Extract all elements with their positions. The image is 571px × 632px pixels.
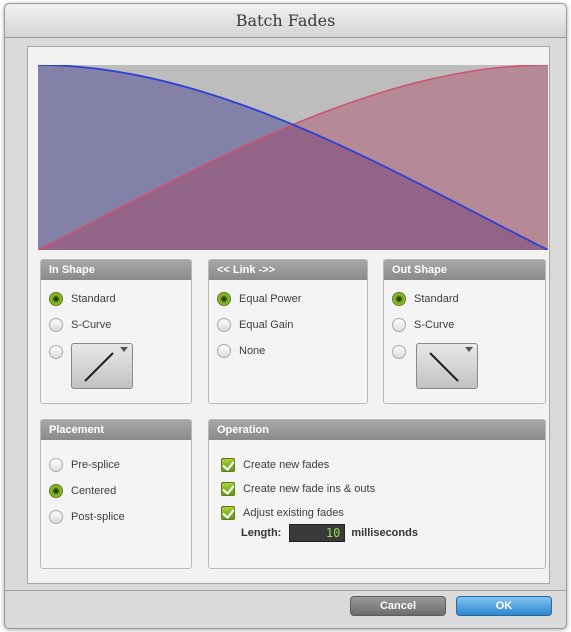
rising-line-icon — [84, 352, 114, 382]
link-equal-power-radio[interactable] — [217, 292, 231, 306]
link-header: << Link ->> — [209, 260, 367, 280]
in-shape-custom-option[interactable] — [49, 343, 71, 361]
out-shape-curve-selector[interactable] — [416, 343, 478, 389]
operation-header: Operation — [209, 420, 545, 440]
placement-pre-splice-label: Pre-splice — [71, 459, 120, 471]
link-none-option[interactable]: None — [217, 342, 265, 360]
operation-group: Operation Create new fades Create new fa… — [208, 419, 546, 569]
placement-centered-label: Centered — [71, 485, 117, 497]
link-group: << Link ->> Equal Power Equal Gain None — [208, 259, 368, 404]
title-bar[interactable]: Batch Fades — [5, 4, 566, 38]
in-shape-header: In Shape — [41, 260, 191, 280]
dialog-content: In Shape Standard S-Curve << Link ->> Eq… — [27, 46, 550, 584]
create-fade-ins-outs-option[interactable]: Create new fade ins & outs — [221, 480, 375, 498]
adjust-existing-fades-label: Adjust existing fades — [243, 507, 344, 519]
length-row: Length: 10 milliseconds — [241, 524, 418, 542]
out-shape-s-curve-label: S-Curve — [414, 319, 455, 331]
out-shape-s-curve-radio[interactable] — [392, 318, 406, 332]
create-fade-ins-outs-checkbox[interactable] — [221, 482, 235, 496]
out-shape-custom-radio[interactable] — [392, 345, 406, 359]
placement-pre-splice-option[interactable]: Pre-splice — [49, 456, 120, 474]
placement-centered-option[interactable]: Centered — [49, 482, 116, 500]
link-equal-gain-radio[interactable] — [217, 318, 231, 332]
placement-post-splice-radio[interactable] — [49, 510, 63, 524]
placement-header: Placement — [41, 420, 191, 440]
out-shape-standard-option[interactable]: Standard — [392, 290, 459, 308]
falling-line-icon — [429, 352, 459, 382]
link-none-label: None — [239, 345, 266, 357]
length-unit-label: milliseconds — [351, 527, 418, 539]
placement-pre-splice-radio[interactable] — [49, 458, 63, 472]
ok-button[interactable]: OK — [456, 596, 552, 616]
link-equal-power-option[interactable]: Equal Power — [217, 290, 301, 308]
footer-divider — [5, 590, 566, 591]
create-new-fades-option[interactable]: Create new fades — [221, 456, 329, 474]
adjust-existing-fades-option[interactable]: Adjust existing fades — [221, 504, 344, 522]
placement-centered-radio[interactable] — [49, 484, 63, 498]
link-none-radio[interactable] — [217, 344, 231, 358]
in-shape-standard-label: Standard — [71, 293, 116, 305]
in-shape-s-curve-radio[interactable] — [49, 318, 63, 332]
out-shape-custom-option[interactable] — [392, 343, 414, 361]
out-shape-standard-label: Standard — [414, 293, 459, 305]
in-shape-standard-radio[interactable] — [49, 292, 63, 306]
in-shape-curve-selector[interactable] — [71, 343, 133, 389]
fade-curve-svg — [38, 65, 548, 250]
adjust-existing-fades-checkbox[interactable] — [221, 506, 235, 520]
in-shape-s-curve-label: S-Curve — [71, 319, 112, 331]
link-equal-gain-option[interactable]: Equal Gain — [217, 316, 293, 334]
create-new-fades-checkbox[interactable] — [221, 458, 235, 472]
placement-post-splice-label: Post-splice — [71, 511, 125, 523]
placement-post-splice-option[interactable]: Post-splice — [49, 508, 125, 526]
cancel-button[interactable]: Cancel — [350, 596, 446, 616]
create-fade-ins-outs-label: Create new fade ins & outs — [243, 483, 376, 495]
out-shape-group: Out Shape Standard S-Curve — [383, 259, 546, 404]
length-label: Length: — [241, 527, 282, 539]
length-input[interactable]: 10 — [289, 524, 346, 542]
placement-group: Placement Pre-splice Centered Post-splic… — [40, 419, 192, 569]
in-shape-s-curve-option[interactable]: S-Curve — [49, 316, 111, 334]
dialog-title: Batch Fades — [235, 11, 336, 30]
link-equal-power-label: Equal Power — [239, 293, 302, 305]
chevron-down-icon — [465, 347, 473, 352]
link-equal-gain-label: Equal Gain — [239, 319, 294, 331]
out-shape-header: Out Shape — [384, 260, 545, 280]
out-shape-standard-radio[interactable] — [392, 292, 406, 306]
in-shape-custom-radio[interactable] — [49, 345, 63, 359]
chevron-down-icon — [120, 347, 128, 352]
in-shape-standard-option[interactable]: Standard — [49, 290, 116, 308]
fade-curve-graph — [38, 65, 548, 250]
create-new-fades-label: Create new fades — [243, 459, 330, 471]
in-shape-group: In Shape Standard S-Curve — [40, 259, 192, 404]
out-shape-s-curve-option[interactable]: S-Curve — [392, 316, 454, 334]
batch-fades-dialog: Batch Fades In Shape Standard S-Curve <<… — [4, 3, 567, 629]
